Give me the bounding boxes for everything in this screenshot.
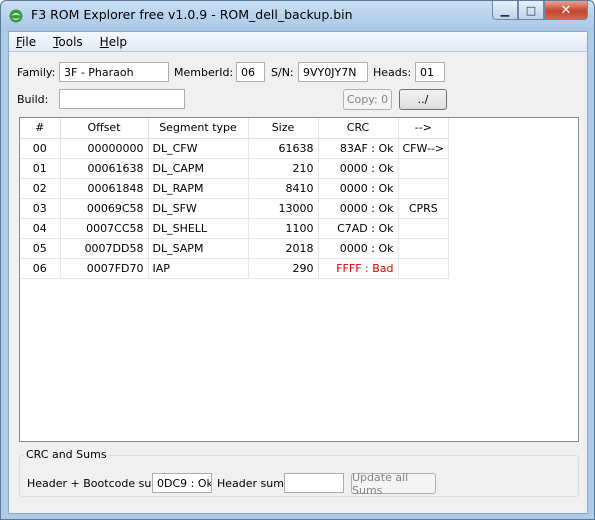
cell-size: 61638: [248, 138, 319, 159]
copy-button[interactable]: Copy: 0: [343, 89, 392, 110]
table-row[interactable]: 00 00000000 DL_CFW 61638 83AF : Ok CFW-->: [20, 138, 450, 159]
column-header-segment-type[interactable]: Segment type: [148, 118, 249, 139]
cell-arrow: [398, 218, 450, 239]
crc-sums-group-title: CRC and Sums: [24, 448, 109, 461]
app-window: F3 ROM Explorer free v1.0.9 - ROM_dell_b…: [0, 0, 595, 520]
family-field[interactable]: 3F - Pharaoh: [59, 62, 169, 82]
cell-segment-type: IAP: [148, 258, 249, 279]
cell-segment-type: DL_RAPM: [148, 178, 249, 199]
family-label: Family:: [17, 66, 56, 79]
cell-crc: 83AF : Ok: [318, 138, 399, 159]
cell-num: 04: [20, 218, 61, 239]
cell-crc: 0000 : Ok: [318, 158, 399, 179]
serial-number-field[interactable]: 9VY0JY7N: [298, 62, 368, 82]
cell-offset: 0007DD58: [60, 238, 149, 259]
cell-offset: 00061638: [60, 158, 149, 179]
maximize-icon: □: [525, 3, 537, 17]
menu-tools[interactable]: Tools: [51, 35, 85, 49]
column-header-size[interactable]: Size: [248, 118, 319, 139]
app-logo-icon: [9, 9, 23, 23]
cell-size: 290: [248, 258, 319, 279]
cell-offset: 0007CC58: [60, 218, 149, 239]
table-row[interactable]: 04 0007CC58 DL_SHELL 1100 C7AD : Ok: [20, 218, 450, 239]
cell-size: 2018: [248, 238, 319, 259]
column-header-num[interactable]: #: [20, 118, 61, 139]
cell-size: 1100: [248, 218, 319, 239]
cell-segment-type: DL_CAPM: [148, 158, 249, 179]
header-bootcode-sum-label: Header + Bootcode sum:: [27, 477, 166, 490]
segment-rows: 00 00000000 DL_CFW 61638 83AF : Ok CFW--> 01 00…: [20, 138, 450, 279]
cell-size: 8410: [248, 178, 319, 199]
cell-arrow: [398, 258, 450, 279]
cell-num: 01: [20, 158, 61, 179]
table-row[interactable]: 06 0007FD70 IAP 290 FFFF : Bad: [20, 258, 450, 279]
cell-offset: 0007FD70: [60, 258, 149, 279]
cell-arrow: [398, 238, 450, 259]
cell-num: 03: [20, 198, 61, 219]
cell-num: 00: [20, 138, 61, 159]
member-id-field[interactable]: 06: [236, 62, 265, 82]
menu-bar: File Tools Help: [9, 32, 587, 52]
cell-num: 06: [20, 258, 61, 279]
cell-segment-type: DL_SHELL: [148, 218, 249, 239]
menu-file[interactable]: File: [14, 35, 38, 49]
table-header-row: # Offset Segment type Size CRC -->: [20, 118, 450, 139]
table-row[interactable]: 01 00061638 DL_CAPM 210 0000 : Ok: [20, 158, 450, 179]
cell-crc: 0000 : Ok: [318, 238, 399, 259]
member-id-label: MemberId:: [174, 66, 234, 79]
table-row[interactable]: 02 00061848 DL_RAPM 8410 0000 : Ok: [20, 178, 450, 199]
cell-arrow: CFW-->: [398, 138, 450, 159]
header-sum-label: Header sum:: [217, 477, 288, 490]
column-header-crc[interactable]: CRC: [318, 118, 399, 139]
client-area: File Tools Help Family: 3F - Pharaoh Mem…: [8, 31, 588, 514]
minimize-button[interactable]: ▁: [492, 1, 518, 20]
cell-crc: FFFF : Bad: [318, 258, 399, 279]
cell-offset: 00069C58: [60, 198, 149, 219]
heads-field[interactable]: 01: [415, 62, 445, 82]
cell-num: 05: [20, 238, 61, 259]
cell-segment-type: DL_SFW: [148, 198, 249, 219]
header-sum-field[interactable]: [284, 473, 344, 493]
update-all-sums-button[interactable]: Update all Sums: [351, 471, 436, 497]
minimize-icon: ▁: [500, 3, 510, 17]
table-row[interactable]: 03 00069C58 DL_SFW 13000 0000 : Ok CPRS: [20, 198, 450, 219]
cell-crc: C7AD : Ok: [318, 218, 399, 239]
browse-button[interactable]: ../: [399, 89, 447, 110]
caption-buttons: ▁ □ ✕: [492, 1, 588, 21]
cell-crc: 0000 : Ok: [318, 198, 399, 219]
maximize-button[interactable]: □: [518, 1, 544, 20]
cell-arrow: CPRS: [398, 198, 450, 219]
close-icon: ✕: [560, 2, 572, 18]
build-field[interactable]: [59, 89, 185, 109]
column-header-offset[interactable]: Offset: [60, 118, 149, 139]
menu-help[interactable]: Help: [98, 35, 129, 49]
cell-offset: 00000000: [60, 138, 149, 159]
cell-offset: 00061848: [60, 178, 149, 199]
column-header-arrow[interactable]: -->: [398, 118, 450, 139]
cell-segment-type: DL_CFW: [148, 138, 249, 159]
title-bar[interactable]: F3 ROM Explorer free v1.0.9 - ROM_dell_b…: [1, 1, 594, 31]
cell-size: 13000: [248, 198, 319, 219]
cell-num: 02: [20, 178, 61, 199]
heads-label: Heads:: [373, 66, 412, 79]
cell-size: 210: [248, 158, 319, 179]
window-title: F3 ROM Explorer free v1.0.9 - ROM_dell_b…: [31, 7, 353, 22]
cell-crc: 0000 : Ok: [318, 178, 399, 199]
build-label: Build:: [17, 93, 49, 106]
serial-number-label: S/N:: [271, 66, 294, 79]
header-bootcode-sum-field[interactable]: 0DC9 : Ok: [152, 473, 212, 493]
segment-grid: # Offset Segment type Size CRC --> 00 000…: [20, 118, 450, 279]
segment-table[interactable]: # Offset Segment type Size CRC --> 00 000…: [19, 117, 579, 442]
cell-arrow: [398, 178, 450, 199]
table-row[interactable]: 05 0007DD58 DL_SAPM 2018 0000 : Ok: [20, 238, 450, 259]
close-button[interactable]: ✕: [544, 1, 588, 20]
cell-arrow: [398, 158, 450, 179]
cell-segment-type: DL_SAPM: [148, 238, 249, 259]
